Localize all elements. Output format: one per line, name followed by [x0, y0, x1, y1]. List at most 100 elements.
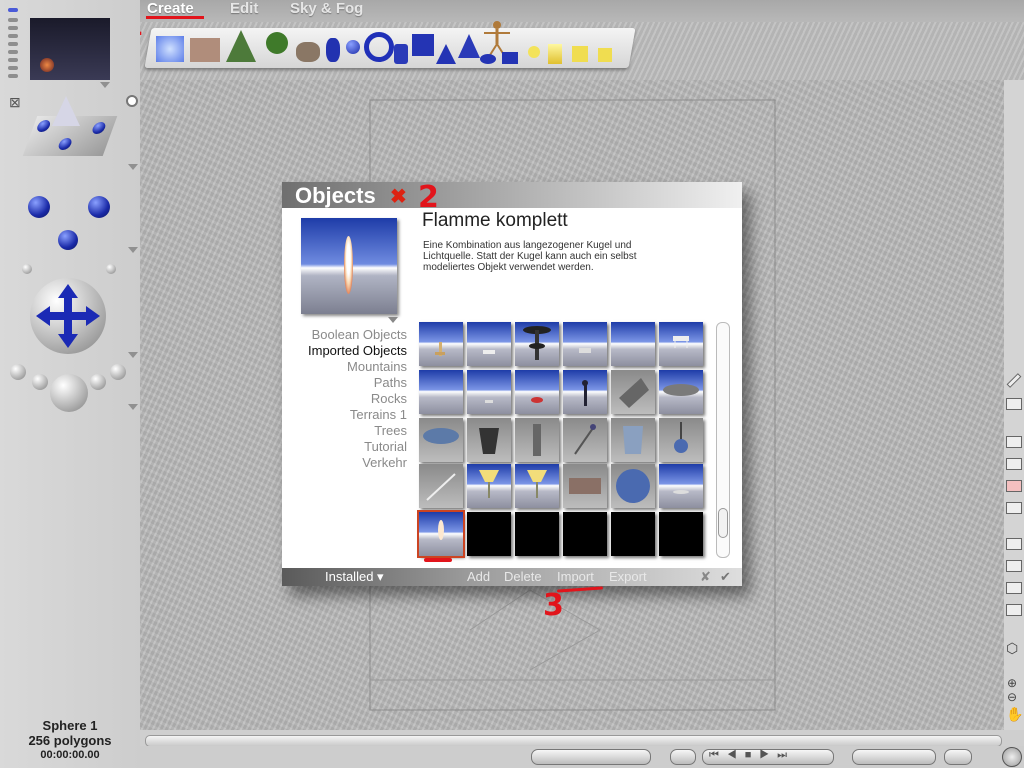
- view-icon[interactable]: [1006, 458, 1022, 470]
- empty-slot[interactable]: [515, 512, 559, 556]
- object-thumbnail[interactable]: [611, 418, 655, 462]
- menu-knob[interactable]: [8, 42, 18, 46]
- thumbnail-scrollbar[interactable]: [716, 322, 730, 558]
- table-icon[interactable]: [1006, 604, 1022, 616]
- object-thumbnail-selected[interactable]: [417, 510, 465, 558]
- object-thumbnail[interactable]: [515, 418, 559, 462]
- globe-icon[interactable]: [1002, 747, 1022, 767]
- list-icon[interactable]: [1006, 538, 1022, 550]
- object-thumbnail[interactable]: [515, 370, 559, 414]
- object-ball[interactable]: [32, 374, 48, 390]
- category-tutorial[interactable]: Tutorial: [364, 439, 407, 454]
- torus-knot-icon[interactable]: [326, 38, 340, 62]
- chevron-down-icon[interactable]: [388, 317, 398, 323]
- category-imported-objects[interactable]: Imported Objects: [308, 343, 407, 358]
- tree-icon[interactable]: [266, 32, 288, 54]
- category-paths[interactable]: Paths: [374, 375, 407, 390]
- chevron-down-icon[interactable]: [128, 164, 138, 170]
- object-thumbnail[interactable]: [515, 464, 559, 508]
- category-verkehr[interactable]: Verkehr: [362, 455, 407, 470]
- point-light-icon[interactable]: [528, 46, 540, 58]
- torus-icon[interactable]: [364, 32, 394, 62]
- category-trees[interactable]: Trees: [374, 423, 407, 438]
- trackball[interactable]: [30, 278, 106, 354]
- object-thumbnail[interactable]: [467, 464, 511, 508]
- window-icon[interactable]: [1006, 502, 1022, 514]
- area-light-icon[interactable]: [572, 46, 588, 62]
- menu-knob[interactable]: [8, 34, 18, 38]
- menu-create[interactable]: Create: [147, 0, 194, 17]
- water-plane-icon[interactable]: [156, 36, 184, 62]
- object-thumbnail[interactable]: [467, 418, 511, 462]
- object-thumbnail[interactable]: [419, 370, 463, 414]
- cube-icon[interactable]: [412, 34, 434, 56]
- cone-icon[interactable]: [436, 44, 456, 64]
- rotate-camera-ball[interactable]: [88, 196, 110, 218]
- scrollbar-thumb[interactable]: [718, 508, 728, 538]
- menu-knob[interactable]: [8, 58, 18, 62]
- empty-slot[interactable]: [611, 512, 655, 556]
- confirm-icon[interactable]: ✔: [720, 569, 731, 585]
- object-thumbnail[interactable]: [419, 322, 463, 366]
- object-thumbnail[interactable]: [659, 370, 703, 414]
- installed-dropdown[interactable]: Installed ▾: [325, 569, 384, 585]
- view-icon[interactable]: [1006, 436, 1022, 448]
- radio-icon[interactable]: [126, 95, 138, 107]
- render-quality-buttons[interactable]: [531, 749, 651, 765]
- add-button[interactable]: Add: [467, 569, 490, 584]
- keyframe-controls[interactable]: [852, 749, 936, 765]
- object-ball[interactable]: [110, 364, 126, 380]
- reset-ball[interactable]: [22, 264, 32, 274]
- category-rocks[interactable]: Rocks: [371, 391, 407, 406]
- object-thumbnail[interactable]: [611, 370, 655, 414]
- plane-icon[interactable]: [502, 52, 518, 64]
- close-icon[interactable]: ✖: [390, 184, 407, 209]
- camera-icon[interactable]: ⊠: [9, 94, 21, 111]
- chevron-down-icon[interactable]: [100, 82, 110, 88]
- mountain-icon[interactable]: [226, 30, 256, 62]
- chevron-down-icon[interactable]: [128, 352, 138, 358]
- pyramid-icon[interactable]: [458, 34, 480, 58]
- image-icon[interactable]: [1006, 560, 1022, 572]
- delete-button[interactable]: Delete: [504, 569, 542, 584]
- cancel-icon[interactable]: ✘: [700, 569, 711, 585]
- object-ball[interactable]: [90, 374, 106, 390]
- object-thumbnail[interactable]: [659, 418, 703, 462]
- frame-button[interactable]: [670, 749, 696, 765]
- object-ball[interactable]: [10, 364, 26, 380]
- menu-knob[interactable]: [8, 66, 18, 70]
- object-thumbnail[interactable]: [563, 464, 607, 508]
- object-thumbnail[interactable]: [467, 370, 511, 414]
- sphere-icon[interactable]: [346, 40, 360, 54]
- zoom-out-icon[interactable]: ⊖: [1007, 690, 1017, 704]
- chevron-down-icon[interactable]: [128, 247, 138, 253]
- spot-light-icon[interactable]: [548, 44, 562, 64]
- category-boolean-objects[interactable]: Boolean Objects: [312, 327, 407, 342]
- category-mountains[interactable]: Mountains: [347, 359, 407, 374]
- object-thumbnail[interactable]: [611, 464, 655, 508]
- pan-camera-ball[interactable]: [58, 230, 78, 250]
- empty-slot[interactable]: [563, 512, 607, 556]
- zoom-in-icon[interactable]: ⊕: [1007, 676, 1017, 690]
- camera-preview[interactable]: [30, 18, 110, 80]
- chevron-down-icon[interactable]: [128, 404, 138, 410]
- playback-controls[interactable]: ⏮◀■▶⏭: [702, 749, 834, 765]
- menu-sky-fog[interactable]: Sky & Fog: [290, 0, 363, 17]
- object-thumbnail[interactable]: [419, 464, 463, 508]
- disc-icon[interactable]: [480, 54, 496, 64]
- import-button[interactable]: Import: [557, 569, 594, 584]
- object-thumbnail[interactable]: [419, 418, 463, 462]
- menu-knob[interactable]: [8, 50, 18, 54]
- render-icon[interactable]: [1006, 480, 1022, 492]
- menu-edit[interactable]: Edit: [230, 0, 258, 17]
- directional-light-icon[interactable]: [598, 48, 612, 62]
- object-thumbnail[interactable]: [563, 370, 607, 414]
- figure-icon[interactable]: [482, 20, 512, 56]
- object-ball-large[interactable]: [50, 374, 88, 412]
- reset-ball[interactable]: [106, 264, 116, 274]
- menu-knob[interactable]: [8, 18, 18, 22]
- category-terrains-1[interactable]: Terrains 1: [350, 407, 407, 422]
- object-thumbnail[interactable]: [611, 322, 655, 366]
- menu-knob[interactable]: [8, 26, 18, 30]
- export-button[interactable]: Export: [609, 569, 647, 584]
